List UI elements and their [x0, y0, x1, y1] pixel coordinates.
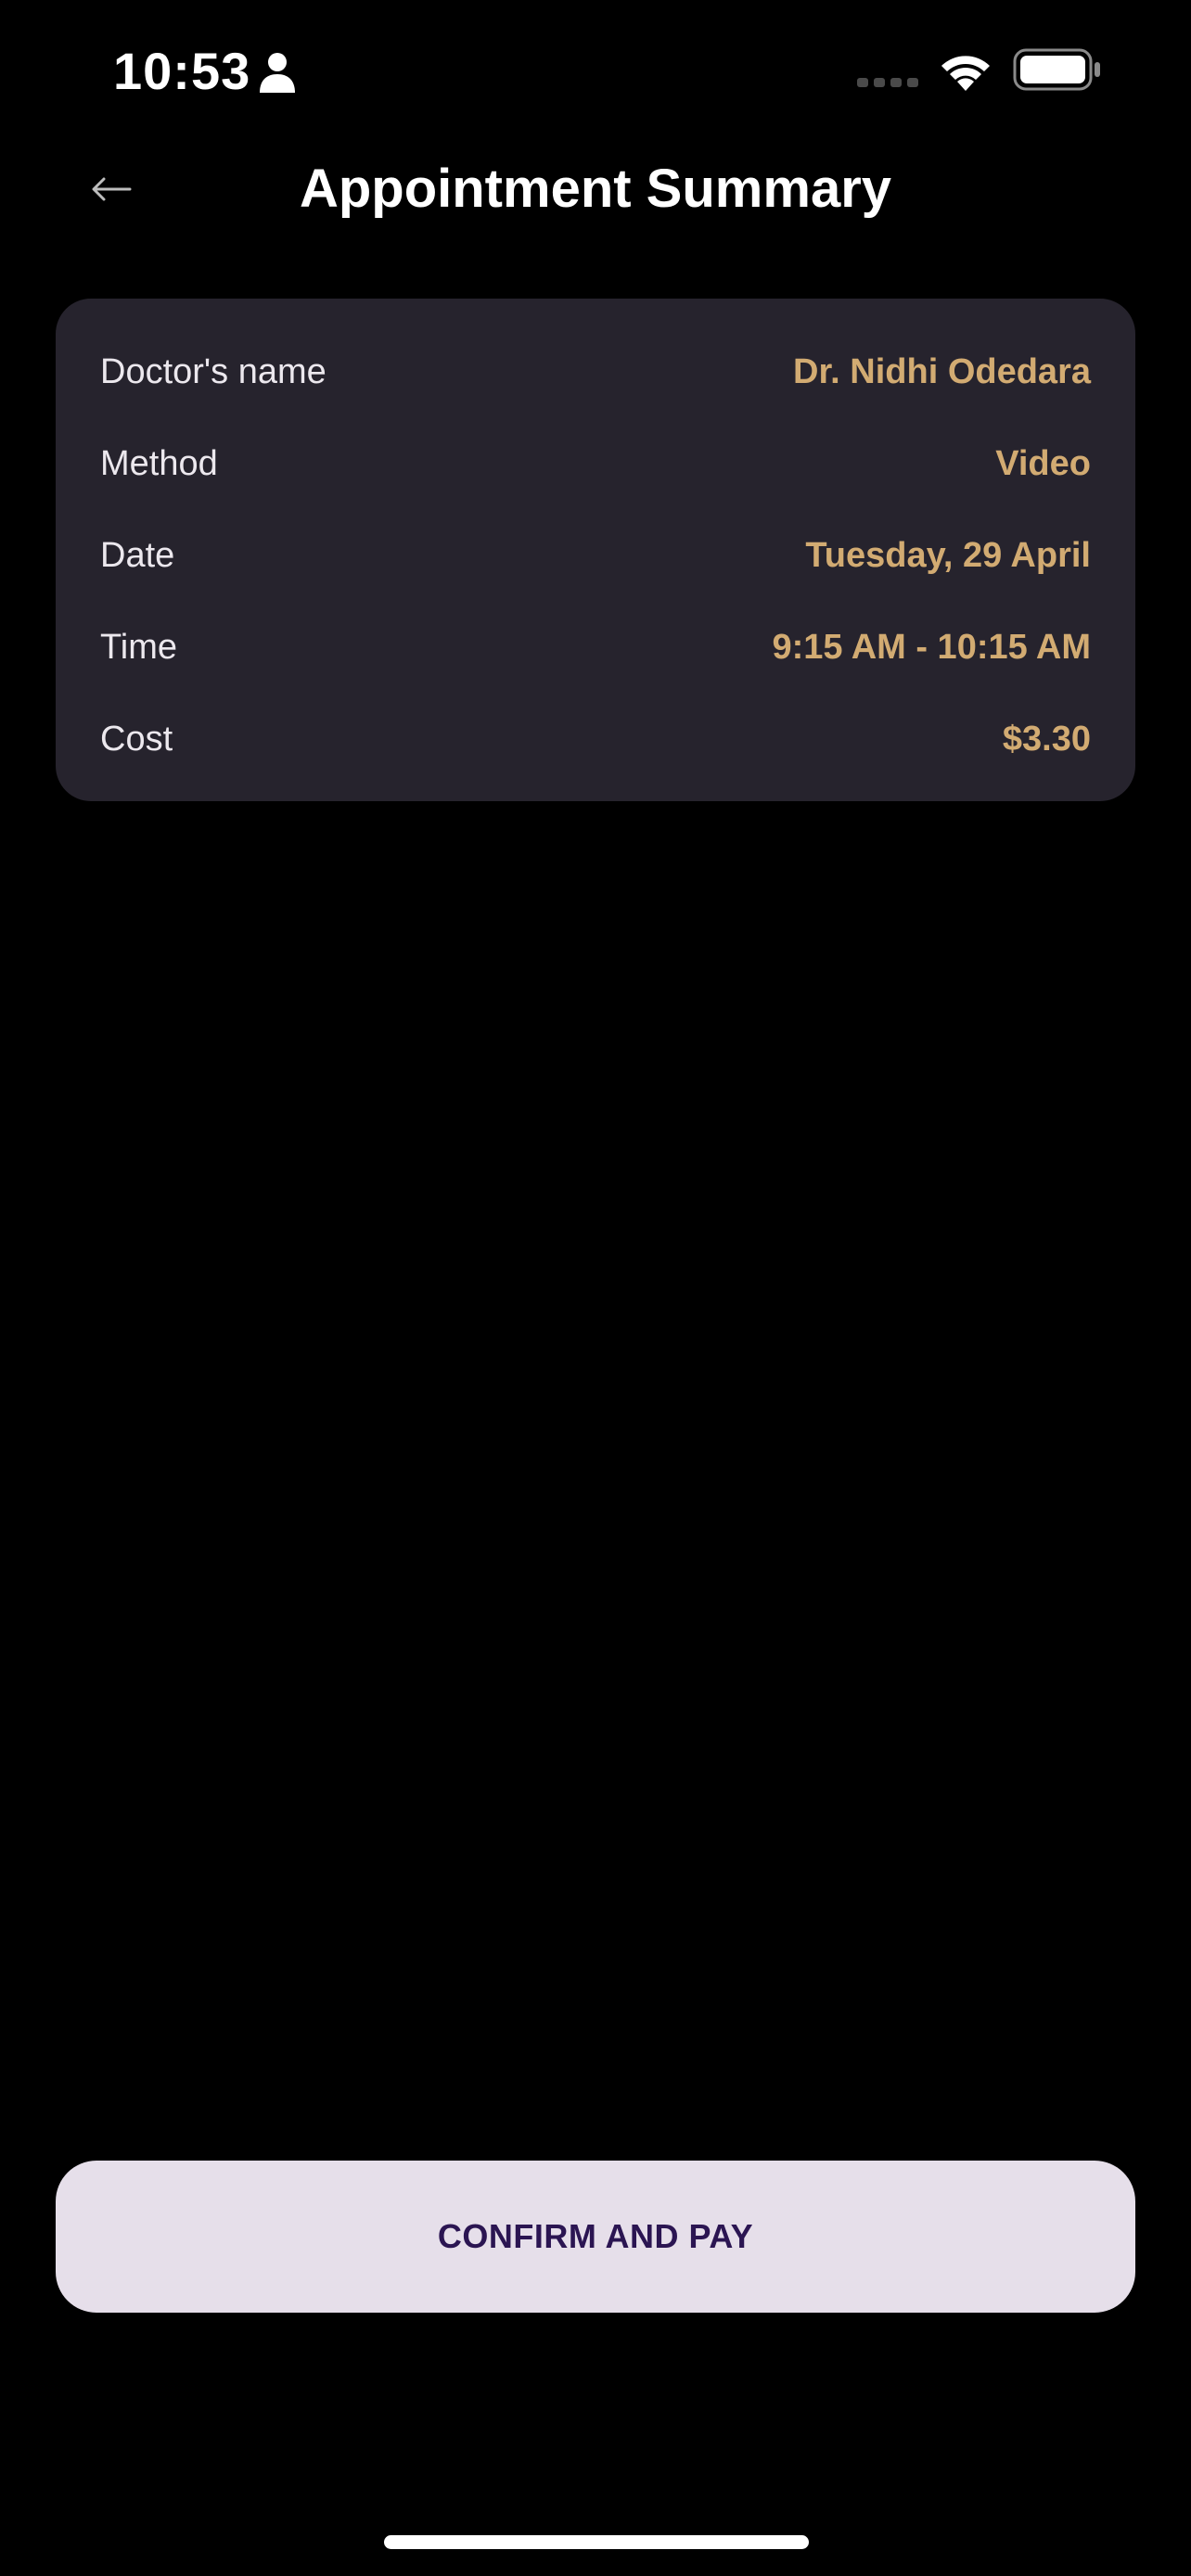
home-indicator[interactable] [384, 2535, 809, 2549]
status-time: 10:53 [113, 42, 251, 100]
confirm-and-pay-label: CONFIRM AND PAY [437, 2217, 754, 2255]
summary-row-time: Time 9:15 AM - 10:15 AM [100, 602, 1091, 694]
cost-value: $3.30 [1002, 720, 1091, 759]
summary-row-date: Date Tuesday, 29 April [100, 510, 1091, 602]
signal-icon [857, 78, 918, 87]
battery-icon [1013, 48, 1100, 91]
doctor-name-label: Doctor's name [100, 352, 327, 391]
summary-row-doctor: Doctor's name Dr. Nidhi Odedara [100, 326, 1091, 418]
summary-row-cost: Cost $3.30 [100, 694, 1091, 785]
time-value: 9:15 AM - 10:15 AM [772, 628, 1091, 667]
appointment-summary-screen: 10:53 Appointment Summary Doctor's name … [0, 0, 1191, 2576]
wifi-icon [941, 56, 990, 91]
method-label: Method [100, 444, 218, 483]
summary-card: Doctor's name Dr. Nidhi Odedara Method V… [56, 299, 1135, 801]
summary-row-method: Method Video [100, 418, 1091, 510]
time-label: Time [100, 628, 178, 667]
person-icon [260, 53, 295, 93]
status-bar: 10:53 [0, 0, 1191, 139]
doctor-name-value: Dr. Nidhi Odedara [793, 352, 1091, 391]
page-title: Appointment Summary [299, 159, 892, 219]
confirm-and-pay-button[interactable]: CONFIRM AND PAY [56, 2161, 1135, 2313]
header: Appointment Summary [0, 139, 1191, 241]
date-label: Date [100, 536, 175, 575]
date-value: Tuesday, 29 April [805, 536, 1091, 575]
cost-label: Cost [100, 720, 173, 759]
method-value: Video [995, 444, 1091, 483]
